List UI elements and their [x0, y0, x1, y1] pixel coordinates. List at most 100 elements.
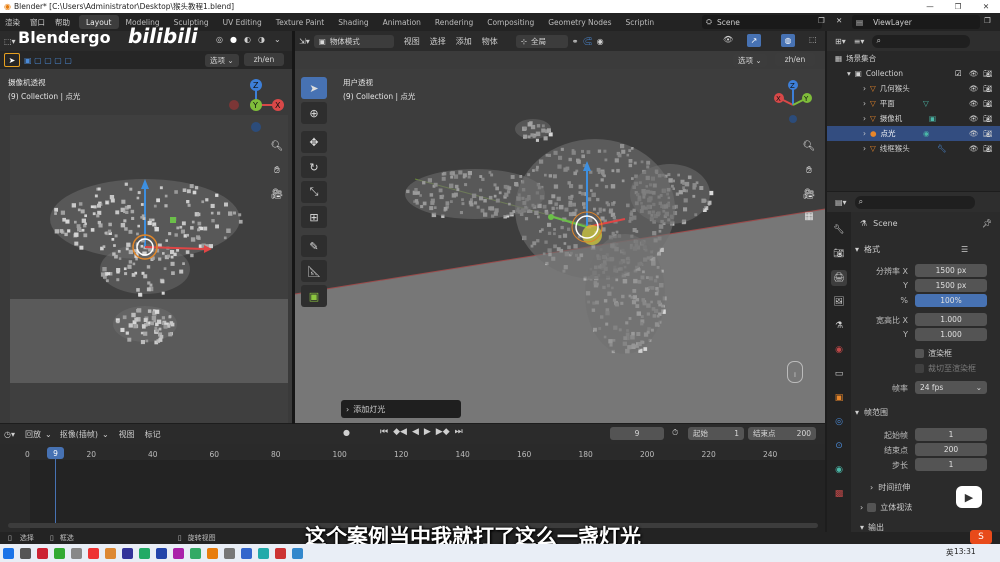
frame-step-field[interactable]: 1: [915, 458, 987, 471]
last-operation-panel[interactable]: › 添加灯光: [341, 400, 461, 418]
data-tab-icon[interactable]: ◉: [831, 462, 847, 478]
select-tool-icon[interactable]: ➤: [4, 53, 20, 67]
main-viewport[interactable]: 用户透视 (9) Collection | 点光 ➤ ⊕ ✥ ↻ ⤡ ⊞ ✎ 📐…: [295, 69, 825, 423]
fps-dropdown[interactable]: 24 fps ⌄: [915, 381, 987, 394]
jump-end-icon[interactable]: ⏭: [455, 427, 463, 437]
taskbar-app-icon[interactable]: [37, 547, 48, 559]
ime-indicator[interactable]: 英: [946, 547, 954, 558]
tab-rendering[interactable]: Rendering: [428, 15, 480, 29]
resolution-y-field[interactable]: 1500 px: [915, 279, 987, 292]
taskbar-app-icon[interactable]: [258, 547, 269, 559]
main-navigation-gizmo[interactable]: Z X Y: [765, 75, 821, 131]
taskbar-app-icon[interactable]: [275, 547, 286, 559]
main-camera-view-icon[interactable]: 🎥︎: [800, 185, 818, 203]
tool-measure-icon[interactable]: 📐︎: [301, 260, 327, 282]
expand-icon[interactable]: ›: [863, 84, 866, 93]
world-tab-icon[interactable]: ◉: [831, 342, 847, 358]
taskbar-app-icon[interactable]: [292, 547, 303, 559]
tool-annotate-icon[interactable]: ✎: [301, 235, 327, 257]
outliner-item-geometry-monkey[interactable]: › ▽ 几何猴头 👁︎ 📷︎: [827, 81, 1000, 96]
left-navigation-gizmo[interactable]: Z Y X: [226, 75, 286, 137]
record-icon[interactable]: ●: [343, 428, 350, 437]
main-lang-toggle[interactable]: zh/en: [775, 53, 815, 66]
pan-hand-icon[interactable]: ✋︎: [268, 161, 286, 179]
left-lang-toggle[interactable]: zh/en: [244, 53, 284, 66]
output-tab-icon[interactable]: 🖨︎: [831, 270, 847, 286]
taskbar-blender-icon[interactable]: [207, 547, 218, 559]
texture-tab-icon[interactable]: ▩: [831, 486, 847, 502]
menu-select[interactable]: 选择: [430, 36, 446, 47]
taskbar-app-icon[interactable]: [88, 547, 99, 559]
timeline-editor-icon[interactable]: ◷▾: [4, 430, 15, 439]
taskbar-app-icon[interactable]: [241, 547, 252, 559]
format-panel-header[interactable]: ▾ 格式 ☰: [855, 242, 995, 256]
frame-end-field[interactable]: 200: [915, 443, 987, 456]
camera-view-icon[interactable]: 🎥︎: [268, 185, 286, 203]
menu-window[interactable]: 窗口: [25, 17, 50, 28]
editor-type-icon-main[interactable]: ⇲▾: [299, 37, 310, 46]
tool-rotate-icon[interactable]: ↻: [301, 156, 327, 178]
playhead-frame-label[interactable]: 9: [47, 447, 64, 459]
item-render-icon[interactable]: 📷︎: [983, 99, 993, 108]
shading-wire-icon[interactable]: ◎: [216, 35, 223, 44]
outliner-search-input[interactable]: ⌕: [872, 34, 971, 48]
xray-icon[interactable]: ⬚: [809, 35, 817, 44]
overlay-toggle-icon[interactable]: ◍: [781, 34, 795, 47]
timeline-menu-playback[interactable]: 回放: [25, 429, 41, 440]
filter-icon[interactable]: ≡▾: [854, 37, 865, 46]
tool-transform-icon[interactable]: ⊞: [301, 206, 327, 228]
time-stretch-subpanel[interactable]: › 时间拉伸: [870, 482, 910, 493]
taskbar-clock[interactable]: 13:31: [954, 547, 976, 556]
crop-region-checkbox[interactable]: 裁切至渲染框: [915, 363, 976, 374]
scene-selector[interactable]: ⛭ Scene: [702, 15, 822, 29]
tool-select-icon[interactable]: ➤: [301, 77, 327, 99]
object-tab-icon[interactable]: ▣: [831, 390, 847, 406]
tool-cursor-icon[interactable]: ⊕: [301, 102, 327, 124]
view-layer-selector[interactable]: ▤ ViewLayer: [852, 15, 980, 29]
item-visibility-icon[interactable]: 👁︎: [969, 84, 979, 93]
timeline-menu-keying[interactable]: 抠像(插帧): [60, 429, 98, 440]
menu-help[interactable]: 帮助: [50, 17, 75, 28]
shading-material-icon[interactable]: ◐: [244, 35, 251, 44]
editor-type-icon[interactable]: ⬚▾: [4, 37, 16, 46]
timeline-menu-view[interactable]: 视图: [119, 429, 135, 440]
taskbar-app-icon[interactable]: [156, 547, 167, 559]
tool-add-cube-icon[interactable]: ▣: [301, 285, 327, 307]
item-visibility-icon[interactable]: 👁︎: [969, 144, 979, 153]
tab-texture-paint[interactable]: Texture Paint: [269, 15, 331, 29]
menu-add[interactable]: 添加: [456, 36, 472, 47]
expand-icon[interactable]: ›: [863, 114, 866, 123]
new-scene-icon[interactable]: ❐: [818, 16, 825, 25]
collapse-icon[interactable]: ▾: [847, 69, 851, 78]
presets-list-icon[interactable]: ☰: [961, 245, 968, 254]
start-menu-icon[interactable]: [3, 547, 14, 559]
shading-render-icon[interactable]: ◑: [258, 35, 265, 44]
outliner-item-point-light[interactable]: › ● 点光 ◉ 👁︎ 📷︎: [827, 126, 1000, 141]
tab-scripting[interactable]: Scriptin: [619, 15, 662, 29]
item-render-icon[interactable]: 📷︎: [983, 84, 993, 93]
tab-shading[interactable]: Shading: [331, 15, 375, 29]
left-options-dropdown[interactable]: 选项 ⌄: [205, 54, 239, 67]
render-region-checkbox[interactable]: 渲染框: [915, 348, 952, 359]
item-visibility-icon[interactable]: 👁︎: [969, 99, 979, 108]
properties-editor-icon[interactable]: ▤▾: [835, 198, 847, 207]
prev-keyframe-icon[interactable]: ◆◀: [393, 427, 407, 437]
scene-tab-icon[interactable]: ⚗︎: [831, 318, 847, 334]
current-frame-field[interactable]: 9: [610, 427, 664, 440]
menu-render[interactable]: 渲染: [0, 17, 25, 28]
transform-orientation-dropdown[interactable]: ⊹ 全局: [515, 34, 568, 48]
aspect-y-field[interactable]: 1.000: [915, 328, 987, 341]
expand-icon[interactable]: ›: [863, 129, 866, 138]
main-pan-hand-icon[interactable]: ✋︎: [800, 161, 818, 179]
collection-tab-icon[interactable]: ▭: [831, 366, 847, 382]
proportional-edit-icon[interactable]: ◉: [597, 37, 604, 46]
outliner-item-camera[interactable]: › ▽ 摄像机 ▣ 👁︎ 📷︎: [827, 111, 1000, 126]
play-icon[interactable]: ▶: [424, 427, 431, 437]
frame-start-field[interactable]: 1: [915, 428, 987, 441]
item-render-icon[interactable]: 📷︎: [983, 144, 993, 153]
menu-view[interactable]: 视图: [404, 36, 420, 47]
outliner-item-wire-monkey[interactable]: › ▽ 线框猴头 🔧︎ 👁︎ 📷︎: [827, 141, 1000, 156]
collection-row[interactable]: ▾ ▣ Collection ☑ 👁︎ 📷︎: [827, 66, 1000, 81]
outliner-editor-icon[interactable]: ⊞▾: [835, 37, 846, 46]
taskbar-app-icon[interactable]: [105, 547, 116, 559]
